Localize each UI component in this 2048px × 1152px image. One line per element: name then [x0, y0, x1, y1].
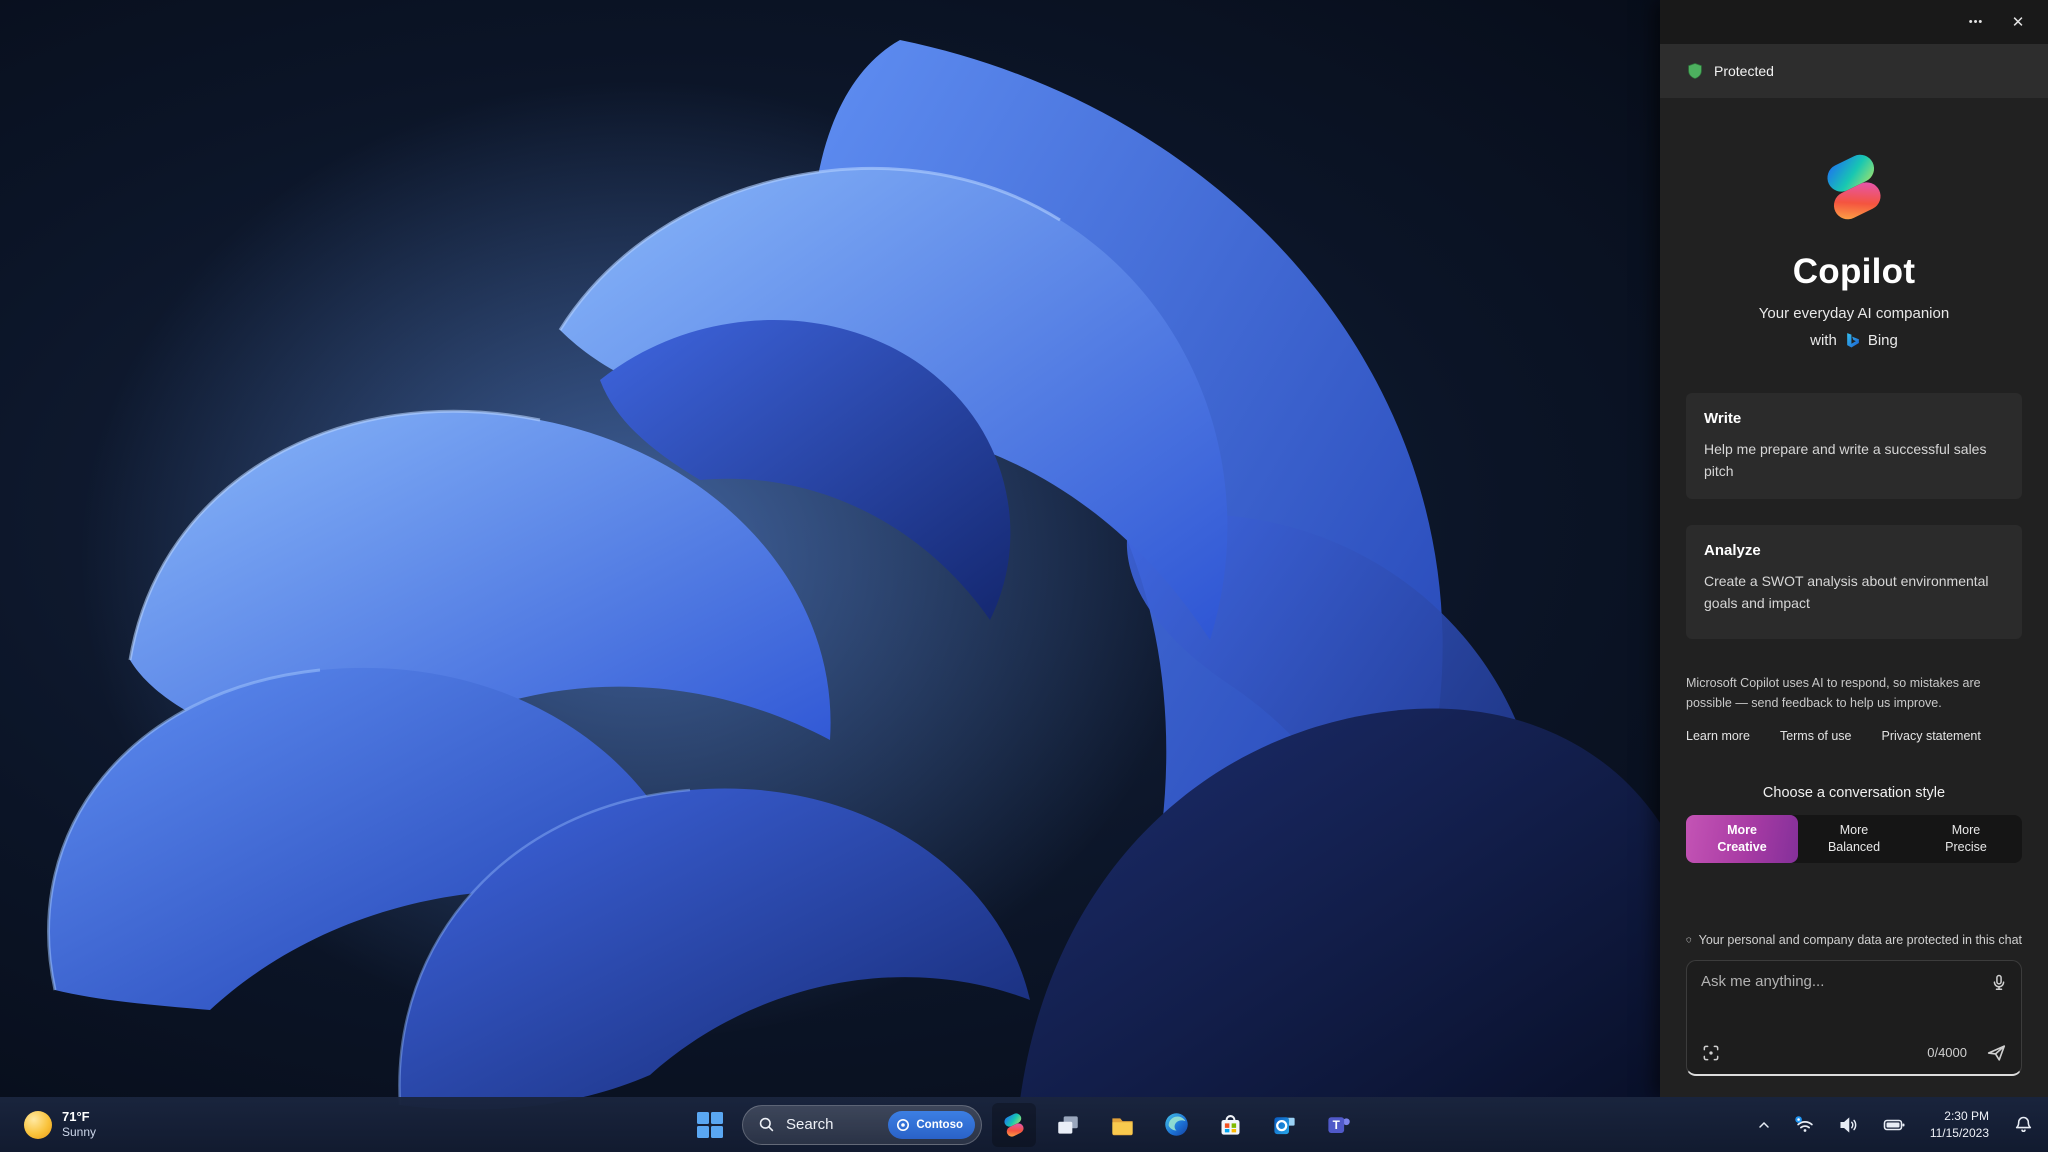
search-box[interactable]: Search Contoso: [742, 1104, 982, 1145]
sun-icon: [24, 1110, 52, 1139]
conversation-style-toggle: More Creative More Balanced More Precise: [1686, 814, 2022, 863]
suggestion-card-analyze[interactable]: Analyze Create a SWOT analysis about env…: [1686, 525, 2022, 639]
footer-links: Learn more Terms of use Privacy statemen…: [1686, 729, 2022, 743]
card-body: Create a SWOT analysis about environment…: [1704, 573, 1989, 612]
system-tray: 2:30 PM 11/15/2023: [1752, 1097, 2038, 1152]
copilot-title: Copilot: [1792, 252, 1916, 291]
copilot-titlebar: ••• ✕: [1660, 0, 2048, 44]
more-options-icon[interactable]: •••: [1960, 8, 1992, 36]
taskbar-app-file-explorer[interactable]: [1100, 1103, 1144, 1147]
taskbar-app-outlook[interactable]: [1262, 1103, 1306, 1147]
microphone-icon[interactable]: [1989, 973, 2009, 993]
edge-icon: [1164, 1113, 1188, 1136]
weather-temp: 71°F: [62, 1108, 90, 1124]
copilot-logo-icon: [1827, 154, 1881, 220]
search-icon: [759, 1117, 774, 1132]
chat-input-toolbar: 0/4000: [1701, 1042, 2007, 1064]
style-more-precise[interactable]: More Precise: [1910, 815, 2022, 863]
style-more-balanced[interactable]: More Balanced: [1798, 815, 1910, 863]
data-protection-text: Your personal and company data are prote…: [1698, 932, 2022, 947]
taskbar-app-task-view[interactable]: [1046, 1103, 1090, 1147]
send-icon[interactable]: [1985, 1042, 2007, 1064]
taskbar-center: Search Contoso T: [688, 1097, 1360, 1152]
card-body: Help me prepare and write a successful s…: [1704, 441, 1987, 479]
contoso-badge[interactable]: Contoso: [888, 1110, 975, 1139]
store-icon: [1221, 1115, 1239, 1135]
copilot-subtitle: Your everyday AI companion: [1758, 305, 1950, 322]
clock-time: 2:30 PM: [1944, 1109, 1989, 1124]
screenshot-capture-icon[interactable]: [1701, 1043, 1721, 1063]
suggestion-card-write[interactable]: Write Help me prepare and write a succes…: [1686, 393, 2022, 500]
teams-icon: T: [1327, 1117, 1350, 1133]
taskbar-app-edge[interactable]: [1154, 1103, 1198, 1147]
protected-badge[interactable]: Protected: [1660, 44, 2048, 98]
taskbar: 71°F Sunny Search Contoso T 2:30 PM 11/1…: [0, 1097, 2048, 1152]
copilot-body: Copilot Your everyday AI companion with …: [1660, 98, 2048, 1097]
card-title: Analyze: [1704, 542, 1761, 560]
clock-widget[interactable]: 2:30 PM 11/15/2023: [1924, 1105, 1995, 1143]
outlook-icon: [1273, 1117, 1295, 1135]
network-icon[interactable]: [1790, 1110, 1820, 1140]
style-more-creative[interactable]: More Creative: [1686, 814, 1798, 863]
ai-disclaimer-text: Microsoft Copilot uses AI to respond, so…: [1686, 675, 1981, 710]
protected-label: Protected: [1714, 63, 1774, 79]
terms-of-use-link[interactable]: Terms of use: [1780, 729, 1852, 743]
character-counter: 0/4000: [1927, 1045, 1967, 1061]
chat-input[interactable]: [1701, 972, 1991, 990]
copilot-sidebar-panel: ••• ✕ Protected Copilot Your everyday AI…: [1660, 0, 2048, 1097]
with-bing-row: with Bing: [1686, 332, 2022, 349]
svg-text:T: T: [1332, 1118, 1340, 1132]
taskbar-app-store[interactable]: [1208, 1103, 1252, 1147]
start-button[interactable]: [688, 1103, 732, 1147]
shield-icon: [1688, 63, 1702, 79]
contoso-logo-icon: [897, 1118, 910, 1131]
task-view-icon: [1058, 1115, 1078, 1134]
volume-icon[interactable]: [1834, 1110, 1864, 1140]
taskbar-app-copilot[interactable]: [992, 1102, 1036, 1147]
shield-outline-icon: [1686, 937, 1692, 943]
tray-chevron-up-icon[interactable]: [1752, 1113, 1776, 1137]
clock-date: 11/15/2023: [1929, 1125, 1989, 1140]
file-explorer-icon: [1111, 1118, 1133, 1136]
data-protection-note: Your personal and company data are prote…: [1686, 933, 2022, 947]
battery-icon[interactable]: [1878, 1109, 1910, 1141]
weather-widget[interactable]: 71°F Sunny: [14, 1097, 106, 1152]
weather-condition: Sunny: [62, 1125, 97, 1140]
with-label: with: [1810, 332, 1837, 349]
bing-label: Bing: [1867, 332, 1898, 349]
card-title: Write: [1704, 410, 1742, 427]
taskbar-app-teams[interactable]: T: [1316, 1103, 1360, 1147]
search-label: Search: [786, 1116, 834, 1133]
bing-icon: [1847, 333, 1859, 348]
privacy-statement-link[interactable]: Privacy statement: [1882, 729, 1981, 743]
close-icon[interactable]: ✕: [2002, 8, 2034, 36]
chat-input-box[interactable]: 0/4000: [1686, 959, 2022, 1076]
copilot-icon: [1004, 1112, 1024, 1137]
windows-logo-icon: [697, 1111, 723, 1138]
conversation-style-heading: Choose a conversation style: [1762, 784, 1946, 801]
copilot-logo: [1686, 148, 2022, 226]
notification-bell-icon[interactable]: [2009, 1110, 2038, 1139]
learn-more-link[interactable]: Learn more: [1686, 729, 1750, 743]
